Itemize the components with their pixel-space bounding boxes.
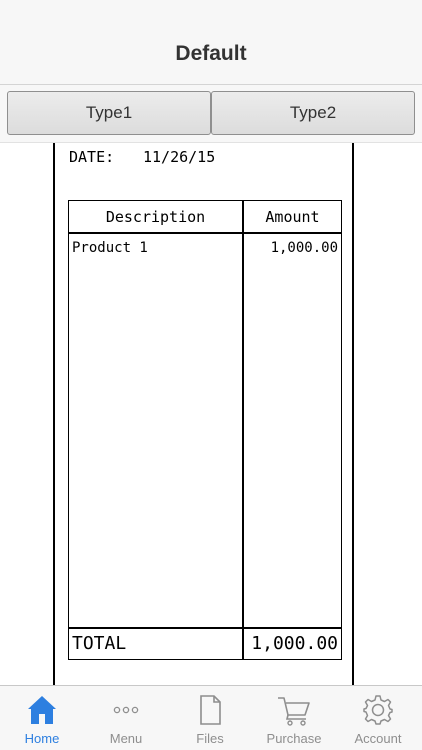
- total-divider: [69, 627, 341, 629]
- navigation-bar: Default: [0, 0, 422, 85]
- more-dots-icon: [106, 692, 146, 728]
- date-value: 11/26/15: [143, 148, 216, 166]
- document-icon: [190, 692, 230, 728]
- total-label: TOTAL: [72, 633, 127, 654]
- gear-icon: [358, 692, 398, 728]
- column-divider: [242, 201, 244, 659]
- tab-purchase[interactable]: Purchase: [252, 686, 336, 750]
- tab-purchase-label: Purchase: [266, 731, 322, 746]
- column-header-description: Description: [105, 208, 206, 226]
- tab-files[interactable]: Files: [168, 686, 252, 750]
- tab-account[interactable]: Account: [336, 686, 420, 750]
- column-header-amount: Amount: [265, 208, 320, 226]
- page-title: Default: [175, 42, 247, 65]
- tab-account-label: Account: [354, 731, 402, 746]
- tab-bar: Home Menu Files Purchase Account: [0, 685, 422, 750]
- item-description: Product 1: [72, 240, 148, 256]
- type2-button[interactable]: Type2: [211, 91, 415, 135]
- cart-icon: [274, 692, 314, 728]
- home-icon: [22, 692, 62, 728]
- tab-menu[interactable]: Menu: [84, 686, 168, 750]
- date-label: DATE:: [69, 148, 115, 166]
- tab-menu-label: Menu: [109, 731, 143, 746]
- total-amount: 1,000.00: [251, 633, 338, 654]
- type1-button[interactable]: Type1: [7, 91, 211, 135]
- tab-home[interactable]: Home: [0, 686, 84, 750]
- receipt-preview[interactable]: DATE: 11/26/15 Description Amount Produc…: [53, 143, 354, 686]
- items-table: Description Amount Product 1 1,000.00 TO…: [68, 200, 342, 660]
- type-segmented-control: Type1 Type2: [0, 85, 422, 143]
- item-amount: 1,000.00: [270, 240, 338, 256]
- tab-home-label: Home: [24, 731, 60, 746]
- tab-files-label: Files: [196, 731, 224, 746]
- header-divider: [69, 232, 341, 234]
